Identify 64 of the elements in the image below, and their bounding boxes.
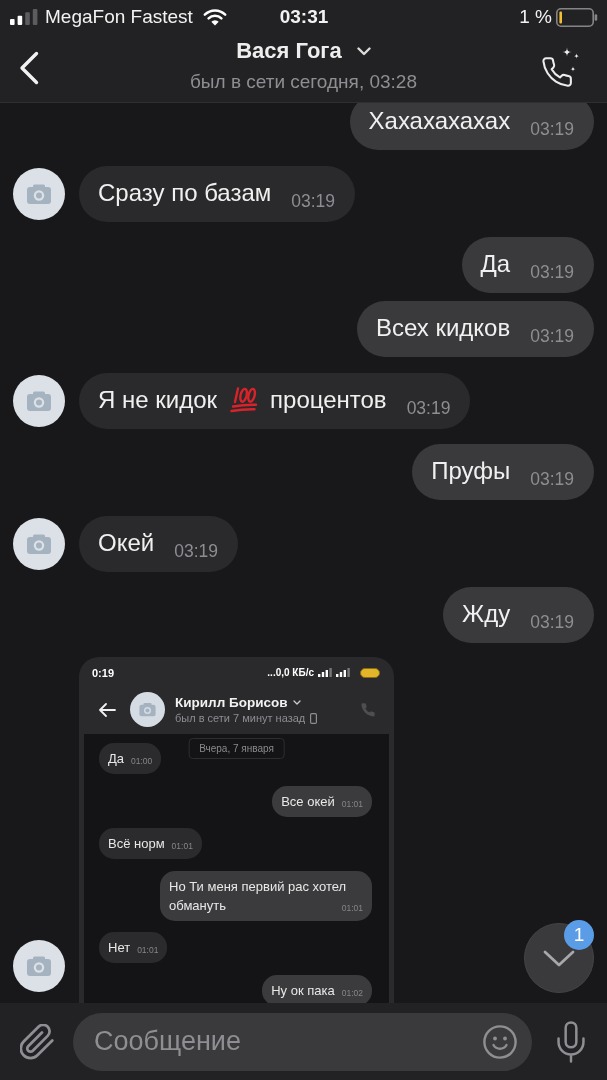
message-text: процентов (270, 384, 387, 415)
screenshot-image[interactable]: 0:19 ...0,0 КБ/с Кирилл Борисов был в сети 7 минут назад Вчера, 7 января Да 01:00 Все окей 01:01 Всё норм 01:01 Но Ти меня первий рас хотел обмануть 01:01 Нет 01:01 Ну ок пака 01:02 (79, 657, 394, 1003)
message-text: Хахахахахах (368, 106, 511, 136)
message-text: Да (480, 249, 511, 279)
smiley-icon[interactable] (483, 1024, 517, 1059)
battery-icon (360, 667, 380, 678)
last-seen-status: был в сети сегодня, 03:28 (190, 71, 417, 93)
message-text: Сразу по базам (98, 177, 272, 208)
message-time: 01:02 (341, 987, 363, 998)
hundred-points-icon (230, 385, 259, 413)
chevron-down-icon[interactable] (356, 46, 371, 56)
camera-avatar-icon (130, 692, 165, 727)
date-label: Вчера, 7 января (188, 738, 285, 759)
message-text: Все окей (281, 793, 335, 809)
call-icon (361, 702, 375, 717)
unread-count-badge: 1 (564, 920, 594, 950)
mobile-phone-icon (310, 712, 318, 724)
status-time: 0:19 (92, 666, 115, 679)
message-time: 03:19 (174, 540, 218, 561)
message-time: 03:19 (530, 262, 574, 282)
back-arrow-icon (98, 702, 116, 717)
message-text: Жду (462, 599, 511, 629)
message-time: 03:19 (530, 326, 574, 346)
signal-icon (336, 668, 350, 677)
message-text: Всё норм (108, 836, 165, 851)
signal-icon (318, 668, 332, 677)
message-time: 01:01 (137, 945, 159, 955)
chevron-down-icon (543, 949, 575, 967)
last-seen-status: был в сети 7 минут назад (175, 712, 306, 724)
message-time: 01:01 (341, 798, 363, 809)
status-time: 03:31 (279, 6, 329, 28)
back-icon[interactable] (19, 51, 39, 85)
camera-avatar-icon[interactable] (13, 940, 65, 992)
message-text: Нет (108, 940, 131, 955)
contact-name[interactable]: Вася Гога (236, 38, 342, 64)
chevron-down-icon (292, 700, 301, 705)
camera-avatar-icon[interactable] (13, 167, 65, 220)
message-time: 03:19 (406, 397, 451, 418)
camera-avatar-icon[interactable] (13, 374, 65, 427)
message-time: 03:19 (530, 612, 574, 632)
message-text: Я не кидок (98, 384, 218, 415)
message-text: Всех кидков (375, 313, 511, 343)
battery-percent: 1 % (519, 6, 552, 28)
message-text: Пруфы (431, 456, 511, 486)
message-time: 03:19 (291, 190, 336, 211)
network-speed: ...0,0 КБ/с (267, 667, 314, 678)
paperclip-icon[interactable] (20, 1023, 54, 1060)
microphone-icon[interactable] (555, 1020, 587, 1063)
message-time: 03:19 (530, 119, 574, 139)
message-text: Ну ок пака (271, 982, 335, 998)
message-text: Да (108, 751, 125, 766)
message-time: 01:00 (131, 756, 153, 766)
signal-icon (10, 9, 38, 25)
message-text: Окей (98, 527, 155, 558)
camera-avatar-icon[interactable] (13, 517, 65, 570)
wifi-icon (202, 8, 227, 26)
message-time: 03:19 (530, 469, 574, 489)
battery-icon (556, 7, 598, 27)
carrier-name: MegaFon Fastest (45, 6, 193, 28)
message-time: 01:01 (171, 841, 193, 851)
message-time: 01:01 (341, 902, 363, 913)
message-input[interactable]: Сообщение (73, 1012, 532, 1071)
contact-name: Кирилл Борисов (175, 695, 288, 710)
call-icon[interactable] (540, 47, 580, 87)
